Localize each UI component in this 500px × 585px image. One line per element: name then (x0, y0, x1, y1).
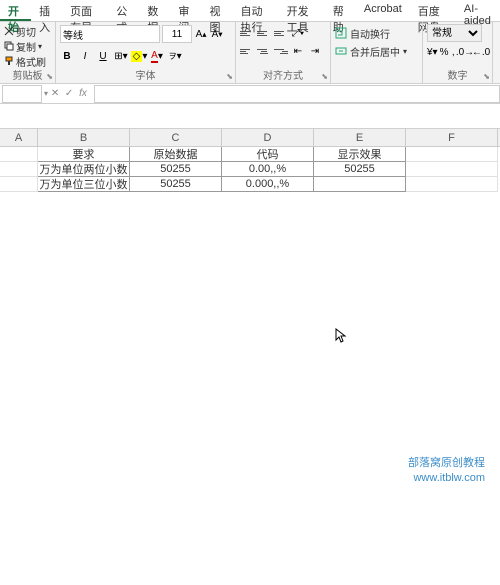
cancel-icon[interactable]: ✕ (48, 87, 62, 101)
indent-left-button[interactable]: ⇤ (291, 43, 305, 59)
cell-B2[interactable]: 万为单位两位小数 (38, 162, 130, 177)
tab-help[interactable]: 帮助 (325, 0, 356, 21)
tab-formula[interactable]: 公式 (108, 0, 139, 21)
align-left-button[interactable] (240, 44, 254, 58)
cell-D3[interactable]: 0.000,,% (222, 177, 314, 192)
sheet-area: A B C D E F 要求 原始数据 代码 显示效果 万为单位两位小数 502… (0, 129, 500, 192)
cursor-icon (335, 328, 349, 344)
align-middle-button[interactable] (257, 26, 271, 40)
confirm-icon[interactable]: ✓ (62, 87, 76, 101)
col-header-E[interactable]: E (314, 129, 406, 146)
cell-D1[interactable]: 代码 (222, 147, 314, 162)
watermark-line2: www.itblw.com (408, 471, 485, 485)
font-name-select[interactable] (60, 25, 160, 43)
tab-view[interactable]: 视图 (201, 0, 232, 21)
col-header-C[interactable]: C (130, 129, 222, 146)
decrease-font-button[interactable]: A▾ (210, 26, 224, 42)
tab-data[interactable]: 数据 (139, 0, 170, 21)
ribbon-tabs: 开始 插入 页面布局 公式 数据 审阅 视图 自动执行 开发工具 帮助 Acro… (0, 0, 500, 22)
copy-label: 复制 (16, 39, 36, 54)
phonetic-button[interactable]: ヲ▾ (168, 48, 182, 64)
format-painter-button[interactable]: 格式刷 (4, 54, 51, 68)
cell-E2[interactable]: 50255 (314, 162, 406, 177)
fill-color-button[interactable]: ◇▾ (132, 48, 146, 64)
cell-F3[interactable] (406, 177, 498, 192)
align-top-button[interactable] (240, 26, 254, 40)
cell-A3[interactable] (0, 177, 38, 192)
cell-A2[interactable] (0, 162, 38, 177)
watermark: 部落窝原创教程 www.itblw.com (408, 456, 485, 485)
col-header-A[interactable]: A (0, 129, 38, 146)
decrease-decimal-button[interactable]: ←.0 (474, 44, 488, 60)
currency-button[interactable]: ¥▾ (427, 44, 438, 60)
cell-E1[interactable]: 显示效果 (314, 147, 406, 162)
cell-A1[interactable] (0, 147, 38, 162)
wrap-label: 自动换行 (350, 26, 390, 41)
bold-button[interactable]: B (60, 48, 74, 64)
tab-home[interactable]: 开始 (0, 0, 31, 21)
number-launcher-icon[interactable]: ⬊ (483, 72, 490, 81)
number-format-select[interactable]: 常规 (427, 24, 482, 42)
tab-review[interactable]: 审阅 (170, 0, 201, 21)
border-button[interactable]: ⊞▾ (114, 48, 128, 64)
col-header-F[interactable]: F (406, 129, 498, 146)
tab-acrobat[interactable]: Acrobat (356, 0, 410, 21)
name-box[interactable] (2, 85, 42, 103)
wrap-text-button[interactable]: 自动换行 (335, 24, 418, 42)
col-header-D[interactable]: D (222, 129, 314, 146)
col-header-B[interactable]: B (38, 129, 130, 146)
cut-button[interactable]: 剪切 (4, 24, 51, 38)
indent-right-button[interactable]: ⇥ (308, 43, 322, 59)
merge-button[interactable]: 合并后居中▾ (335, 42, 418, 60)
increase-font-button[interactable]: A▴ (194, 26, 208, 42)
align-bottom-button[interactable] (274, 26, 288, 40)
cut-label: 剪切 (16, 24, 36, 39)
align-right-button[interactable] (274, 44, 288, 58)
copy-button[interactable]: 复制▾ (4, 39, 51, 53)
ribbon: 剪切 复制▾ 格式刷 剪贴板 ⬊ A▴ A▾ B I U ⊞▾ ◇▾ A▾ ヲ▾… (0, 22, 500, 84)
clipboard-group: 剪切 复制▾ 格式刷 剪贴板 ⬊ (0, 22, 56, 83)
italic-button[interactable]: I (78, 48, 92, 64)
merge-label: 合并后居中 (350, 44, 400, 59)
tab-ai[interactable]: AI-aided (456, 0, 500, 21)
watermark-line1: 部落窝原创教程 (408, 456, 485, 470)
tab-dev[interactable]: 开发工具 (279, 0, 325, 21)
align-center-button[interactable] (257, 44, 271, 58)
number-label: 数字 (423, 67, 492, 82)
font-size-select[interactable] (162, 25, 192, 43)
wrap-group: 自动换行 合并后居中▾ (331, 22, 423, 83)
font-label: 字体 (56, 67, 235, 82)
number-group: 常规 ¥▾ % , .0→ ←.0 数字 ⬊ (423, 22, 493, 83)
cell-E3[interactable] (314, 177, 406, 192)
tab-layout[interactable]: 页面布局 (62, 0, 108, 21)
tab-auto[interactable]: 自动执行 (233, 0, 279, 21)
cell-D2[interactable]: 0.00,,% (222, 162, 314, 177)
formula-bar: ▾ ✕ ✓ fx (0, 84, 500, 104)
underline-button[interactable]: U (96, 48, 110, 64)
cell-C3[interactable]: 50255 (130, 177, 222, 192)
cell-F2[interactable] (406, 162, 498, 177)
align-group: ⤢▾ ⇤ ⇥ 对齐方式 ⬊ (236, 22, 331, 83)
cell-F1[interactable] (406, 147, 498, 162)
column-headers: A B C D E F (0, 129, 500, 147)
align-launcher-icon[interactable]: ⬊ (321, 72, 328, 81)
fx-icon[interactable]: fx (76, 87, 90, 101)
merge-icon (335, 45, 347, 57)
font-group: A▴ A▾ B I U ⊞▾ ◇▾ A▾ ヲ▾ 字体 ⬊ (56, 22, 236, 83)
increase-decimal-button[interactable]: .0→ (458, 44, 472, 60)
cell-C1[interactable]: 原始数据 (130, 147, 222, 162)
font-launcher-icon[interactable]: ⬊ (226, 72, 233, 81)
cell-C2[interactable]: 50255 (130, 162, 222, 177)
wrap-icon (335, 27, 347, 39)
cell-B3[interactable]: 万为单位三位小数 (38, 177, 130, 192)
orientation-button[interactable]: ⤢▾ (291, 25, 305, 41)
cell-B1[interactable]: 要求 (38, 147, 130, 162)
tab-baidu[interactable]: 百度网盘 (410, 0, 456, 21)
font-color-button[interactable]: A▾ (150, 48, 164, 64)
formula-input[interactable] (94, 85, 500, 103)
clipboard-launcher-icon[interactable]: ⬊ (46, 72, 53, 81)
align-label: 对齐方式 (236, 67, 330, 82)
tab-insert[interactable]: 插入 (31, 0, 62, 21)
percent-button[interactable]: % (440, 44, 449, 60)
